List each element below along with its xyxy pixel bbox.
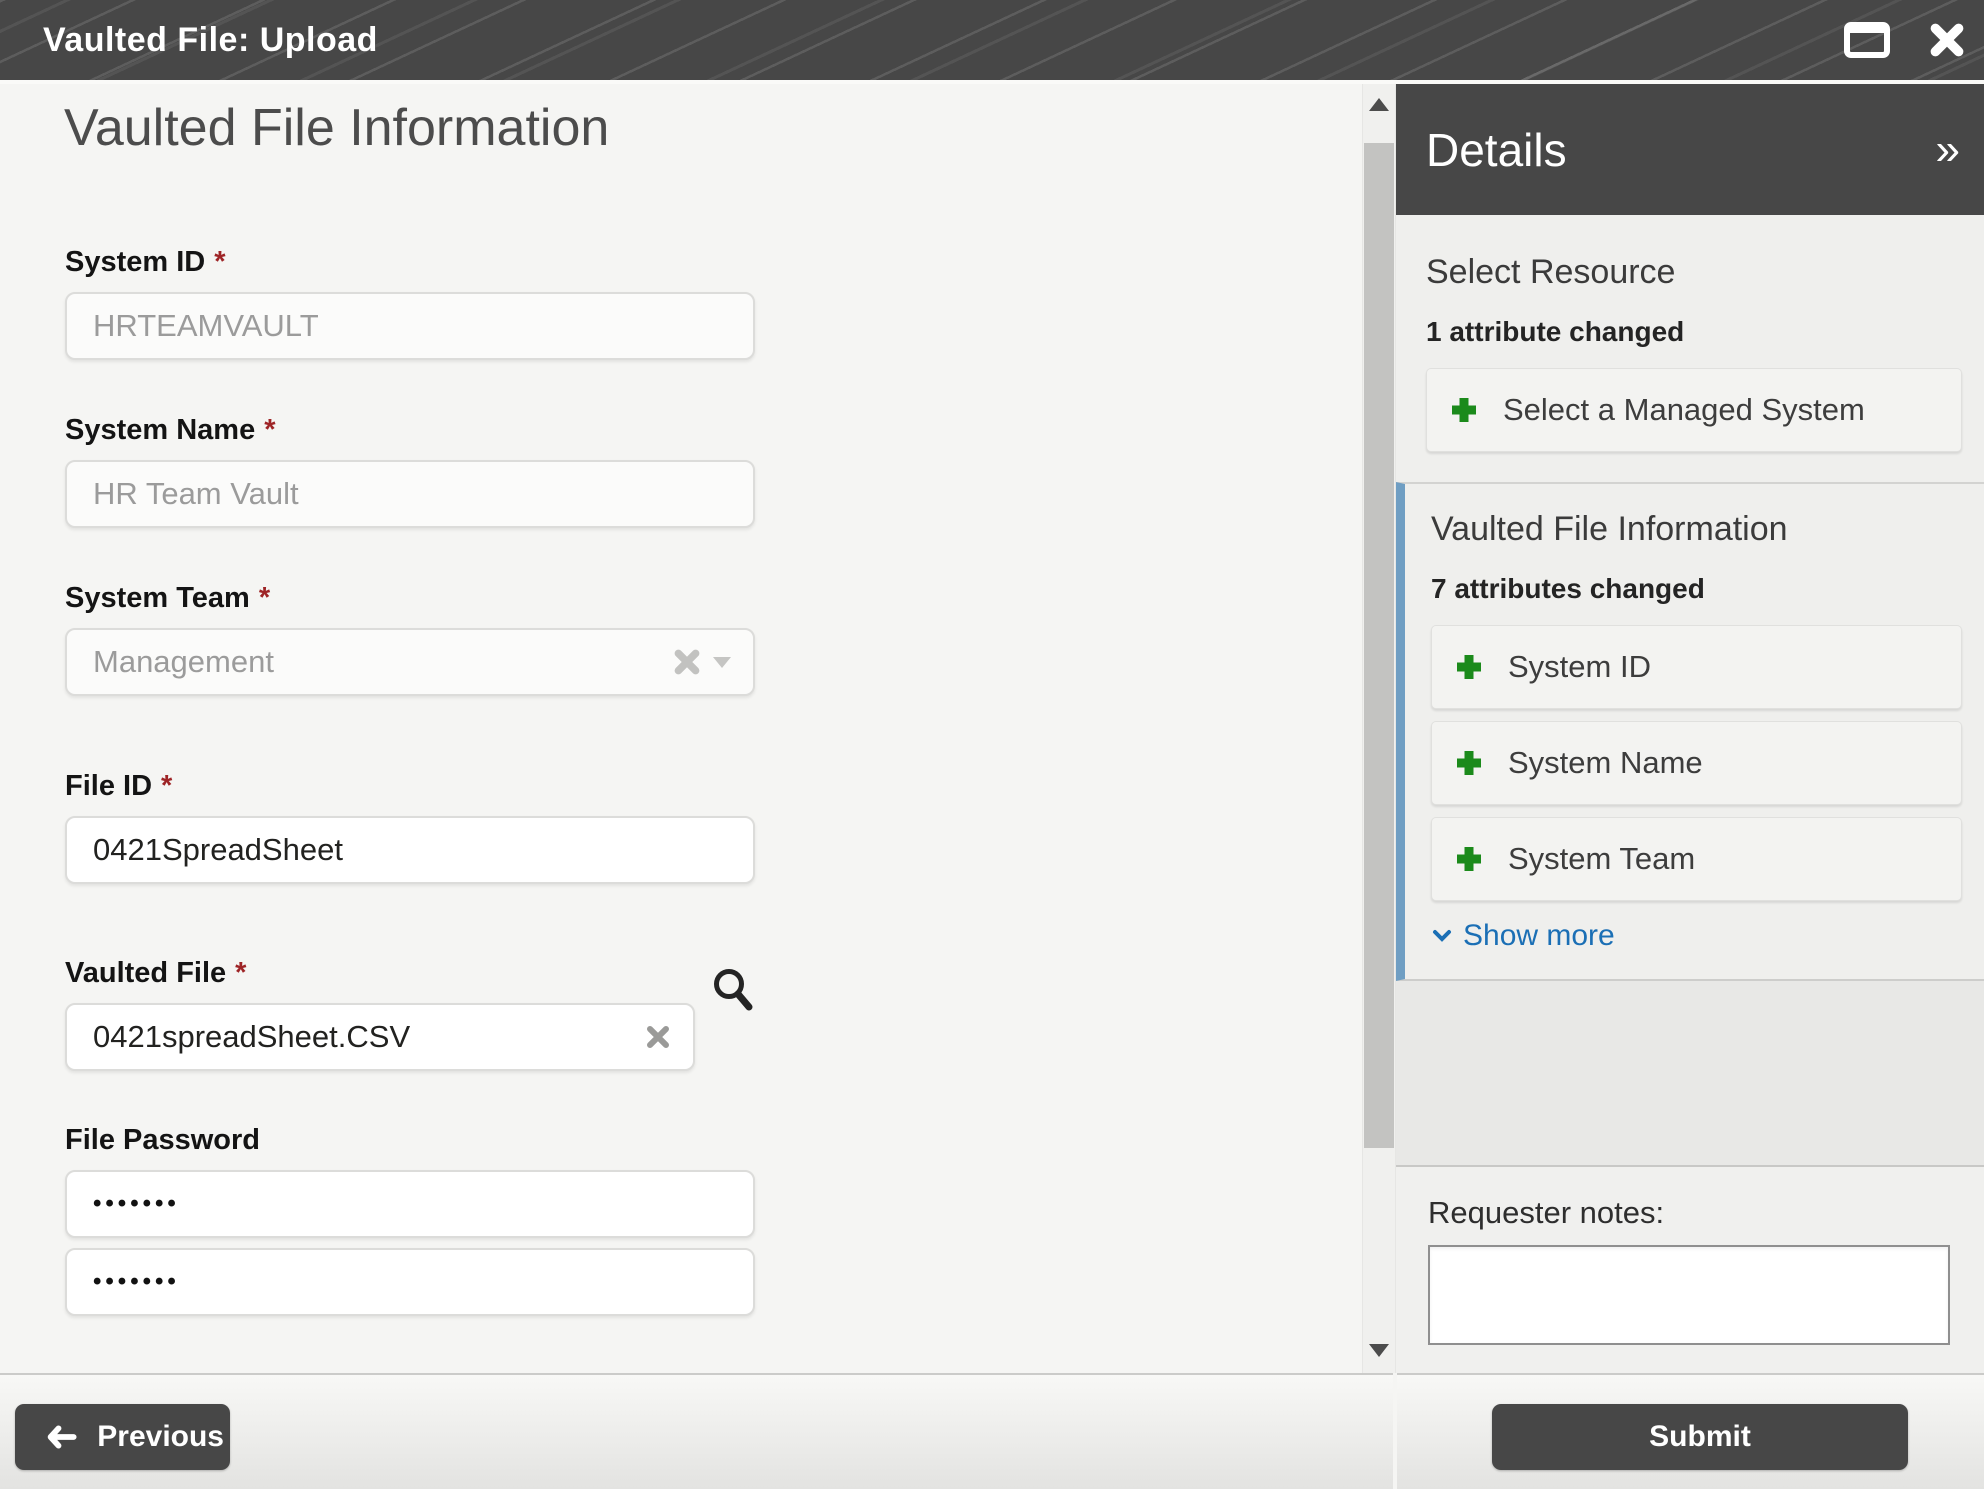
field-vaulted-file: Vaulted File * 0421spreadSheet.CSV — [65, 955, 755, 1071]
maximize-icon[interactable] — [1844, 22, 1890, 58]
system-team-select: Management — [65, 628, 755, 696]
page-title: Vaulted File Information — [64, 98, 609, 158]
requester-notes-input[interactable] — [1428, 1245, 1950, 1345]
details-header: Details » — [1396, 84, 1984, 215]
scroll-down-icon[interactable] — [1369, 1344, 1389, 1357]
attr-card-system-id[interactable]: System ID — [1431, 625, 1962, 709]
section-title: Select Resource — [1426, 253, 1962, 292]
clear-icon[interactable] — [645, 1024, 671, 1050]
system-team-label: System Team — [65, 582, 250, 614]
required-asterisk: * — [235, 957, 246, 989]
field-file-password: File Password ••••••• ••••••• — [65, 1122, 755, 1316]
attr-card-system-name[interactable]: System Name — [1431, 721, 1962, 805]
scrollbar-thumb[interactable] — [1364, 143, 1394, 1148]
attr-card-select-managed-system[interactable]: Select a Managed System — [1426, 368, 1962, 452]
required-asterisk: * — [214, 246, 225, 278]
search-icon[interactable] — [710, 966, 756, 1017]
file-password-label: File Password — [65, 1124, 260, 1156]
clear-icon — [673, 648, 701, 676]
section-vaulted-file-information: Vaulted File Information 7 attributes ch… — [1396, 482, 1984, 981]
system-id-label: System ID — [65, 246, 205, 278]
scroll-up-icon[interactable] — [1369, 98, 1389, 111]
collapse-panel-icon[interactable]: » — [1936, 128, 1960, 172]
system-name-label: System Name — [65, 414, 255, 446]
required-asterisk: * — [161, 770, 172, 802]
submit-button[interactable]: Submit — [1492, 1404, 1908, 1470]
field-system-name: System Name * HR Team Vault — [65, 412, 755, 528]
vaulted-file-upload-window: Vaulted File: Upload Vaulted File Inform… — [0, 0, 1984, 1489]
file-password-confirm-input[interactable]: ••••••• — [65, 1248, 755, 1316]
attr-card-label: Select a Managed System — [1503, 392, 1865, 428]
show-more-link[interactable]: Show more — [1431, 919, 1615, 953]
system-id-input: HRTEAMVAULT — [65, 292, 755, 360]
previous-button[interactable]: Previous — [15, 1404, 230, 1470]
form-footer: Previous — [0, 1373, 1393, 1489]
attr-card-label: System ID — [1508, 649, 1651, 685]
details-body: Select Resource 1 attribute changed Sele… — [1396, 215, 1984, 1373]
attr-card-label: System Name — [1508, 745, 1703, 781]
field-system-team: System Team * Management — [65, 580, 755, 696]
requester-notes-label: Requester notes: — [1428, 1195, 1984, 1231]
required-asterisk: * — [264, 414, 275, 446]
requester-notes-section: Requester notes: — [1396, 1165, 1984, 1373]
attr-card-system-team[interactable]: System Team — [1431, 817, 1962, 901]
details-title: Details — [1426, 123, 1567, 177]
field-file-id: File ID * 0421SpreadSheet — [65, 768, 755, 884]
system-name-input: HR Team Vault — [65, 460, 755, 528]
close-icon[interactable] — [1928, 21, 1966, 59]
field-system-id: System ID * HRTEAMVAULT — [65, 244, 755, 360]
section-title: Vaulted File Information — [1431, 510, 1962, 549]
plus-icon — [1454, 748, 1484, 778]
attributes-changed-count: 1 attribute changed — [1426, 316, 1962, 348]
attr-card-label: System Team — [1508, 841, 1695, 877]
file-id-label: File ID — [65, 770, 152, 802]
file-id-input[interactable]: 0421SpreadSheet — [65, 816, 755, 884]
attributes-changed-count: 7 attributes changed — [1431, 573, 1962, 605]
chevron-down-icon — [1431, 928, 1453, 944]
back-arrow-icon — [47, 1419, 77, 1455]
window-controls — [1844, 0, 1966, 80]
file-password-input[interactable]: ••••••• — [65, 1170, 755, 1238]
plus-icon — [1454, 844, 1484, 874]
details-panel: Details » Select Resource 1 attribute ch… — [1396, 84, 1984, 1373]
vaulted-file-input[interactable]: 0421spreadSheet.CSV — [65, 1003, 695, 1071]
required-asterisk: * — [259, 582, 270, 614]
form-scrollbar[interactable] — [1362, 84, 1396, 1373]
section-select-resource: Select Resource 1 attribute changed Sele… — [1396, 215, 1984, 482]
plus-icon — [1454, 652, 1484, 682]
vaulted-file-label: Vaulted File — [65, 957, 226, 989]
window-titlebar: Vaulted File: Upload — [0, 0, 1984, 80]
window-title: Vaulted File: Upload — [43, 21, 378, 60]
details-footer: Submit — [1397, 1373, 1984, 1489]
plus-icon — [1449, 395, 1479, 425]
dropdown-icon — [713, 657, 731, 668]
titlebar-divider — [0, 80, 1984, 84]
form-panel: Vaulted File Information System ID * HRTE… — [0, 84, 1362, 1373]
